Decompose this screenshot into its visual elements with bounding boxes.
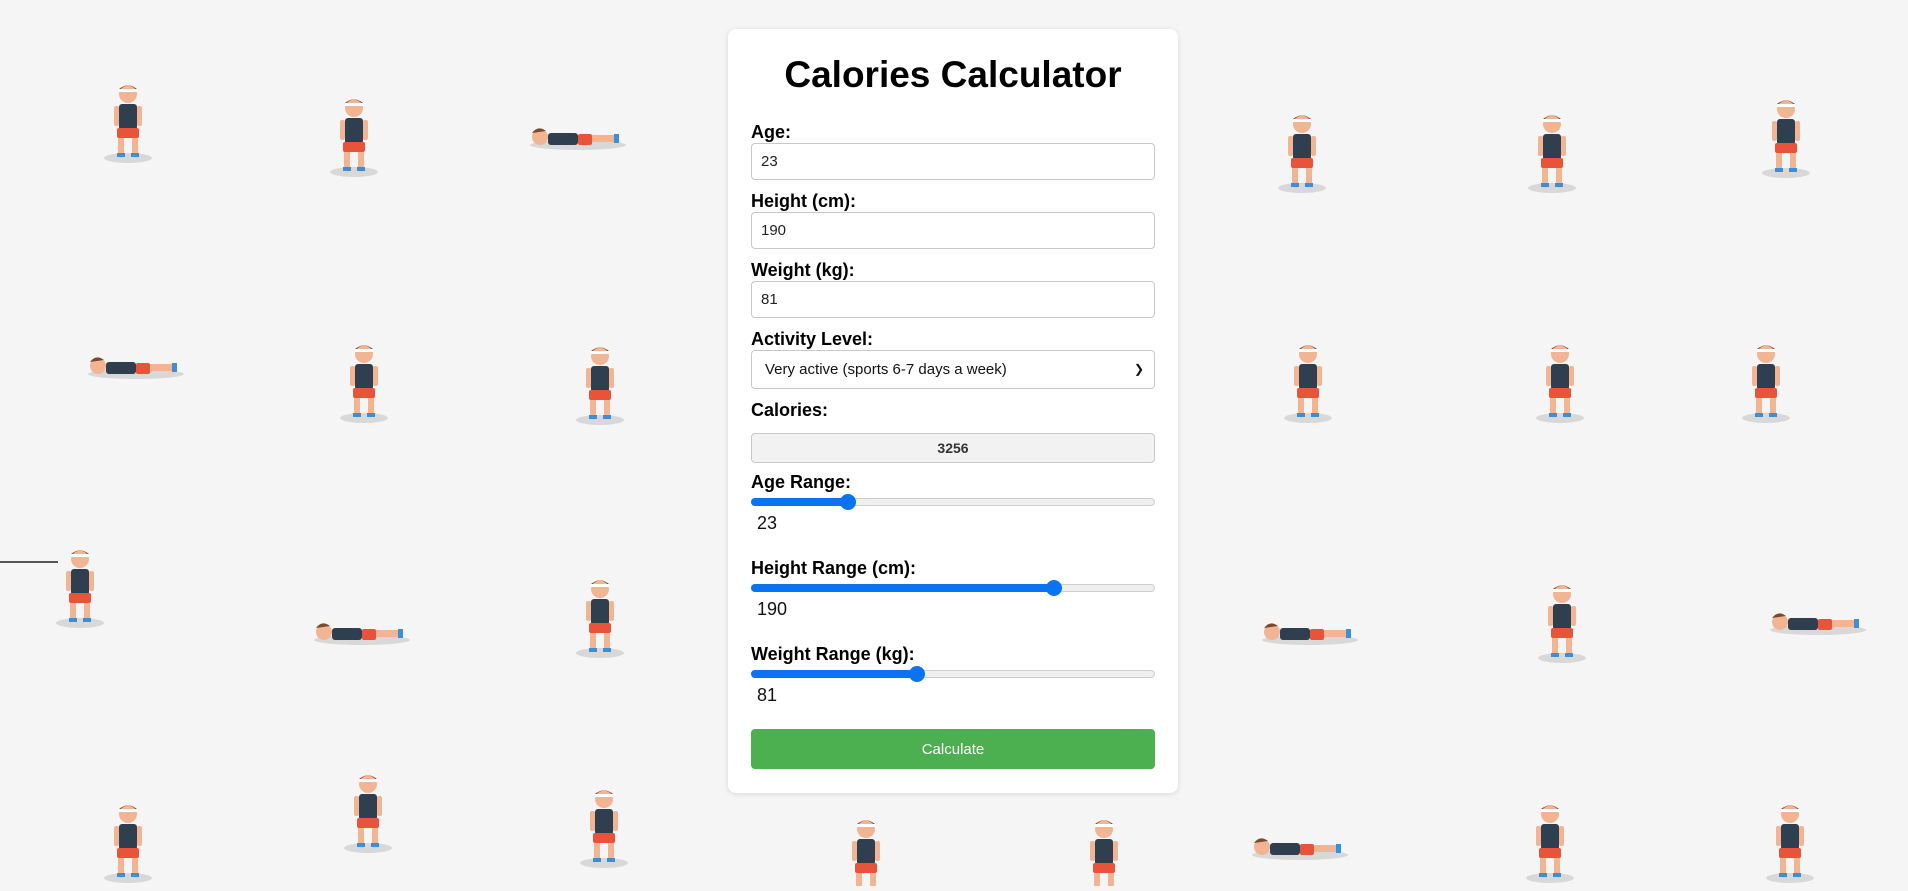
height-range-label: Height Range (cm): (751, 558, 917, 578)
calories-label: Calories: (751, 400, 829, 420)
exercise-figure-icon (1262, 623, 1358, 645)
exercise-figure-icon (314, 623, 410, 645)
chevron-down-icon: ❯ (1133, 362, 1144, 376)
age-label: Age: (751, 122, 791, 142)
exercise-figure-icon (1080, 820, 1128, 891)
slider-thumb[interactable] (909, 666, 925, 682)
exercise-figure-icon (580, 790, 628, 868)
weight-label: Weight (kg): (751, 260, 855, 280)
exercise-figure-icon (56, 550, 104, 628)
exercise-figure-icon (330, 99, 378, 177)
exercise-figure-icon (1528, 115, 1576, 193)
exercise-figure-icon (576, 347, 624, 425)
slider-fill (751, 498, 848, 506)
age-range-value: 23 (757, 513, 778, 533)
exercise-figure-icon (104, 85, 152, 163)
exercise-figure-icon (576, 580, 624, 658)
activity-level-select[interactable]: Very active (sports 6-7 days a week) ❯ (751, 350, 1155, 389)
calculate-button[interactable]: Calculate (751, 729, 1155, 769)
exercise-figure-icon (842, 820, 890, 891)
activity-level-label: Activity Level: (751, 329, 874, 349)
exercise-figure-icon (1770, 613, 1866, 635)
exercise-figure-icon (1526, 805, 1574, 883)
weight-range-value: 81 (757, 685, 778, 705)
exercise-figure-icon (1278, 115, 1326, 193)
weight-range-label: Weight Range (kg): (751, 644, 915, 664)
weight-input[interactable] (751, 281, 1155, 318)
exercise-figure-icon (1766, 805, 1814, 883)
height-input[interactable] (751, 212, 1155, 249)
exercise-figure-icon (88, 357, 184, 379)
exercise-figure-icon (1762, 100, 1810, 178)
slider-thumb[interactable] (840, 494, 856, 510)
age-input[interactable] (751, 143, 1155, 180)
exercise-figure-icon (104, 805, 152, 883)
age-range-slider[interactable] (751, 493, 1155, 511)
age-range-label: Age Range: (751, 472, 852, 492)
exercise-figure-icon (340, 345, 388, 423)
exercise-figure-icon (1284, 345, 1332, 423)
exercise-figure-icon (530, 128, 626, 150)
exercise-figure-icon (1538, 585, 1586, 663)
exercise-figure-icon (1536, 345, 1584, 423)
height-range-slider[interactable] (751, 579, 1155, 597)
height-label: Height (cm): (751, 191, 856, 211)
slider-fill (751, 584, 1054, 592)
calculator-card: Calories Calculator Age: Height (cm): We… (728, 29, 1178, 793)
exercise-figure-icon (344, 775, 392, 853)
exercise-figure-icon (1742, 345, 1790, 423)
page-title: Calories Calculator (784, 54, 1122, 95)
slider-fill (751, 670, 917, 678)
exercise-figure-icon (1252, 838, 1348, 860)
calories-result: 3256 (751, 433, 1155, 463)
activity-level-selected: Very active (sports 6-7 days a week) (765, 361, 1007, 378)
weight-range-slider[interactable] (751, 665, 1155, 683)
height-range-value: 190 (757, 599, 788, 619)
slider-thumb[interactable] (1046, 580, 1062, 596)
